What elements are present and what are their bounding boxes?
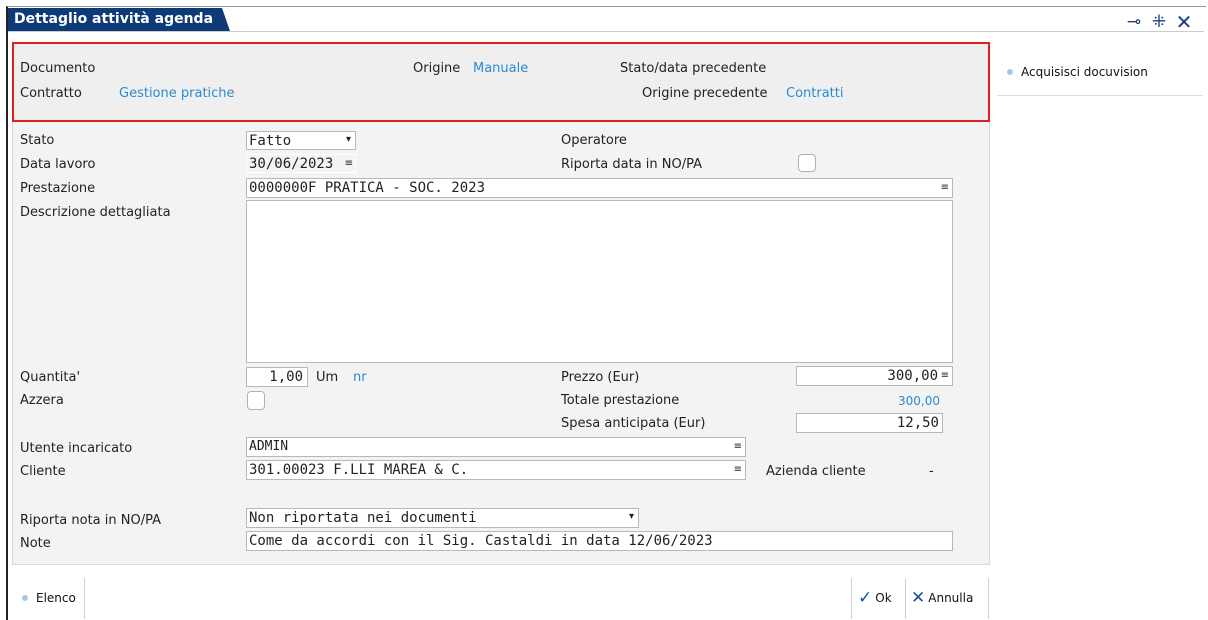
prezzo-field[interactable]: 300,00 ≡ <box>796 366 953 386</box>
quantita-label: Quantita' <box>20 370 81 385</box>
azzera-checkbox[interactable] <box>247 391 265 410</box>
chevron-down-icon: ▾ <box>345 134 351 145</box>
spesa-label: Spesa anticipata (Eur) <box>561 416 706 431</box>
elenco-label: Elenco <box>36 591 76 605</box>
elenco-button[interactable]: Elenco <box>22 591 76 605</box>
utente-field[interactable]: ADMIN ≡ <box>246 437 746 457</box>
um-value[interactable]: nr <box>353 370 367 385</box>
annulla-label: Annulla <box>928 591 974 605</box>
stato-precedente-label: Stato/data precedente <box>620 61 767 76</box>
menu-icon[interactable]: ≡ <box>734 461 742 479</box>
spesa-field[interactable]: 12,50 <box>796 413 943 433</box>
data-lavoro-field[interactable]: 30/06/2023 ≡ <box>246 154 356 173</box>
riporta-nota-value: Non riportata nei documenti <box>249 510 477 526</box>
menu-icon[interactable]: ≡ <box>941 179 949 197</box>
utente-label: Utente incaricato <box>20 441 133 456</box>
cliente-label: Cliente <box>20 464 66 479</box>
menu-icon[interactable]: ≡ <box>345 155 353 172</box>
note-label: Note <box>20 536 51 551</box>
azienda-value: - <box>929 464 934 479</box>
riporta-data-label: Riporta data in NO/PA <box>561 157 703 172</box>
origine-precedente-label: Origine precedente <box>642 86 768 101</box>
ok-button[interactable]: ✓ Ok <box>858 588 892 608</box>
origine-precedente-value: Contratti <box>786 86 844 101</box>
azzera-label: Azzera <box>20 393 64 408</box>
descrizione-textarea[interactable] <box>246 200 953 363</box>
operatore-label: Operatore <box>561 133 627 148</box>
acquisisci-docuvision-label: Acquisisci docuvision <box>1021 65 1148 79</box>
footer-divider <box>905 578 906 619</box>
acquisisci-docuvision-button[interactable]: Acquisisci docuvision <box>1007 65 1148 79</box>
footer-bar: Elenco ✓ Ok ✕ Annulla <box>8 578 1204 619</box>
data-lavoro-value: 30/06/2023 <box>249 156 334 172</box>
menu-icon[interactable]: ≡ <box>734 438 742 456</box>
riporta-nota-select[interactable]: Non riportata nei documenti ▾ <box>246 508 639 528</box>
origine-value: Manuale <box>473 61 529 76</box>
quantita-field[interactable]: 1,00 <box>246 367 308 387</box>
prezzo-label: Prezzo (Eur) <box>561 370 640 385</box>
prestazione-value: 0000000F PRATICA - SOC. 2023 <box>249 180 486 196</box>
footer-divider <box>84 578 85 619</box>
um-label: Um <box>316 370 339 385</box>
stato-label: Stato <box>20 133 55 148</box>
azienda-label: Azienda cliente <box>766 464 866 479</box>
riporta-nota-label: Riporta nota in NO/PA <box>20 513 162 528</box>
riporta-data-checkbox[interactable] <box>798 154 816 172</box>
title-divider <box>8 31 1204 32</box>
contratto-value[interactable]: Gestione pratiche <box>119 86 235 101</box>
pin-icon[interactable]: ⊸ <box>1124 12 1144 32</box>
x-icon: ✕ <box>911 588 926 608</box>
stato-select[interactable]: Fatto ▾ <box>246 131 356 150</box>
chevron-down-icon: ▾ <box>628 511 634 522</box>
bullet-icon <box>22 595 28 601</box>
totale-value: 300,00 <box>898 394 940 408</box>
bullet-icon <box>1007 69 1013 75</box>
prestazione-field[interactable]: 0000000F PRATICA - SOC. 2023 ≡ <box>246 178 953 198</box>
close-icon[interactable]: ✕ <box>1174 12 1194 32</box>
annulla-button[interactable]: ✕ Annulla <box>911 588 973 608</box>
descrizione-label: Descrizione dettagliata <box>20 205 171 220</box>
utente-value: ADMIN <box>249 439 289 454</box>
footer-divider <box>988 578 989 619</box>
note-field[interactable]: Come da accordi con il Sig. Castaldi in … <box>246 531 953 551</box>
contratto-label: Contratto <box>20 86 82 101</box>
menu-icon[interactable]: ≡ <box>941 367 949 385</box>
collapse-icon[interactable]: ⁜ <box>1149 12 1169 32</box>
window-title: Dettaglio attività agenda <box>8 8 230 31</box>
footer-divider <box>851 578 852 619</box>
side-actions: Acquisisci docuvision <box>997 55 1203 96</box>
header-info-box: Documento Origine Manuale Stato/data pre… <box>12 42 990 122</box>
prestazione-label: Prestazione <box>20 181 96 196</box>
origine-label: Origine <box>413 61 461 76</box>
cliente-field[interactable]: 301.00023 F.LLI MAREA & C. ≡ <box>246 460 746 480</box>
totale-label: Totale prestazione <box>561 393 680 408</box>
data-lavoro-label: Data lavoro <box>20 157 96 172</box>
check-icon: ✓ <box>858 588 873 608</box>
documento-label: Documento <box>20 61 96 76</box>
prezzo-value: 300,00 <box>887 368 938 384</box>
cliente-value: 301.00023 F.LLI MAREA & C. <box>249 462 469 478</box>
stato-value: Fatto <box>249 133 292 149</box>
ok-label: Ok <box>875 591 892 605</box>
